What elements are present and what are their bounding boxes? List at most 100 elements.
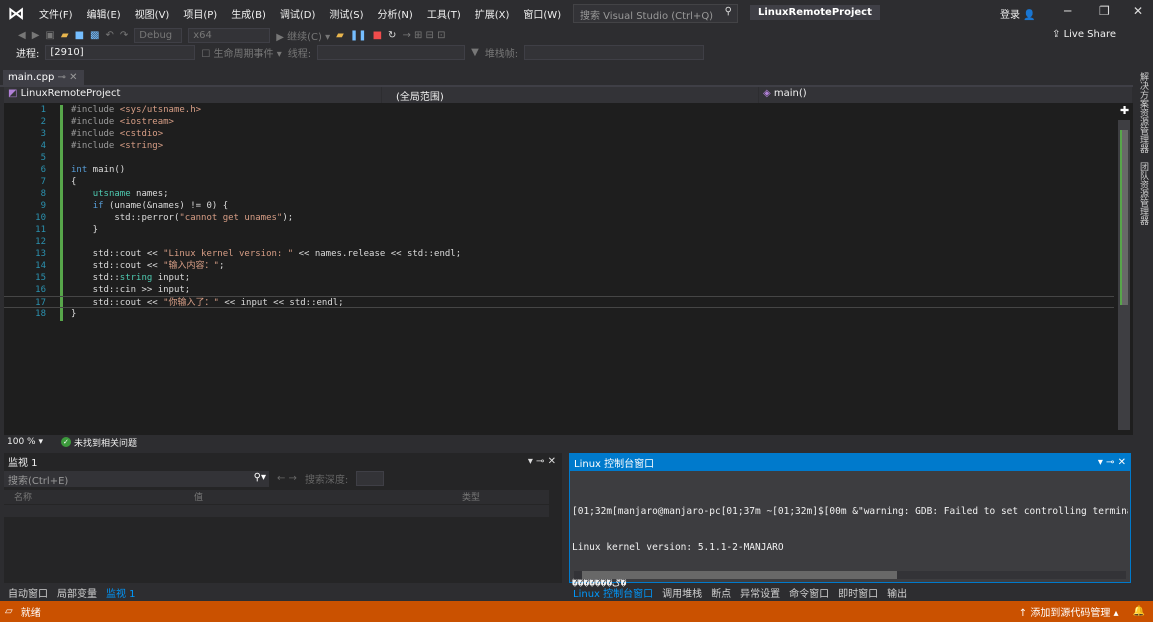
line-number: 13 [35,249,46,259]
console-tab[interactable]: 断点 [711,585,731,600]
restart-icon[interactable]: ↻ [388,30,396,41]
menu-item[interactable]: 视图(V) [128,6,177,21]
back-icon[interactable]: ◀ [18,30,26,41]
step-icons[interactable]: → ⊞ ⊟ ⊡ [402,30,445,41]
code-line[interactable]: 16 std::cin >> input; [4,284,1114,296]
code-line[interactable]: 6 int main() [4,164,1114,176]
save-icon[interactable]: ■ [75,30,84,41]
search-input[interactable]: 搜索 Visual Studio (Ctrl+Q) ⚲ [573,4,738,23]
menu-item[interactable]: 生成(B) [224,6,273,21]
thread-dropdown[interactable] [317,45,466,60]
undo-icon[interactable]: ↶ [105,30,113,41]
code-line[interactable]: 4 #include <string> [4,140,1114,152]
code-line[interactable]: 12 [4,236,1114,248]
console-tab[interactable]: 输出 [887,585,907,600]
scroll-thumb[interactable] [1120,130,1128,305]
add-source-control-button[interactable]: ↑ 添加到源代码管理 ▴ [1019,604,1119,619]
menu-item[interactable]: 扩展(X) [468,6,517,21]
code-line[interactable]: 15 std::string input; [4,272,1114,284]
code-line[interactable]: 13 std::cout << "Linux kernel version: "… [4,248,1114,260]
process-dropdown[interactable]: [2910] [45,45,196,60]
forward-icon[interactable]: ▶ [32,30,40,41]
col-value[interactable]: 值 [187,490,457,504]
menu-item[interactable]: 文件(F) [32,6,80,21]
line-number: 12 [35,237,46,247]
console-hscrollbar[interactable] [574,571,1126,579]
line-number: 5 [40,153,46,163]
code-line[interactable]: 5 [4,152,1114,164]
watch-empty-row[interactable] [4,504,549,517]
redo-icon[interactable]: ↷ [120,30,128,41]
menu-item[interactable]: 编辑(E) [80,6,128,21]
code-line[interactable]: 1 #include <sys/utsname.h> [4,104,1114,116]
solution-explorer-tab[interactable]: 解决方案资源管理器 [1137,72,1150,153]
member-dropdown[interactable]: ◈ main() [759,87,1133,103]
open-icon[interactable]: ▰ [61,30,69,41]
tab-watch1[interactable]: 监视 1 [106,585,136,600]
code-line[interactable]: 17 std::cout << "你输入了：" << input << std:… [4,296,1114,308]
filter-icon[interactable]: ▼ [471,47,479,58]
code-line[interactable]: 2 #include <iostream> [4,116,1114,128]
tab-locals[interactable]: 局部变量 [57,585,97,600]
save-all-icon[interactable]: ▩ [90,30,99,41]
code-line[interactable]: 9 if (uname(&names) != 0) { [4,200,1114,212]
tab-main-cpp[interactable]: main.cpp ⊸ ✕ [3,70,84,87]
notification-bell-icon[interactable]: 🔔 [1133,606,1145,617]
code-line[interactable]: 8 utsname names; [4,188,1114,200]
panel-controls[interactable]: ▾ ⊸ ✕ [1098,457,1126,468]
code-line[interactable]: 3 #include <cstdio> [4,128,1114,140]
code-line[interactable]: 14 std::cout << "输入内容："; [4,260,1114,272]
live-share-button[interactable]: ⇪ Live Share [1052,29,1116,40]
menu-item[interactable]: 工具(T) [420,6,468,21]
editor-scrollbar[interactable] [1118,120,1130,430]
new-item-icon[interactable]: ▣ [45,30,54,41]
pin-icon[interactable]: ⊸ [58,72,66,83]
scope-dropdown[interactable]: (全局范围) [382,87,759,103]
menu-item[interactable]: 分析(N) [371,6,420,21]
console-line: [01;32m[manjaro@manjaro-pc[01;37m ~[01;3… [572,506,1128,517]
restore-button[interactable]: ❐ [1099,4,1110,18]
code-line[interactable]: 11 } [4,224,1114,236]
team-explorer-tab[interactable]: 团队资源管理器 [1137,162,1150,225]
code-editor[interactable]: 1 #include <sys/utsname.h> 2 #include <iost… [4,103,1133,435]
lifecycle-events-button[interactable]: ☐ 生命周期事件 ▾ [201,45,281,60]
lifecycle-label: 生命周期事件 [213,49,274,60]
col-name[interactable]: 名称 [4,490,187,504]
continue-button[interactable]: ▶ 继续(C) ▾ [276,28,330,43]
code-line[interactable]: 10 std::perror("cannot get unames"); [4,212,1114,224]
split-icon[interactable]: ✚ [1120,104,1129,117]
watch-search-input[interactable]: 搜索(Ctrl+E) ⚲▾ [4,470,269,487]
minimize-button[interactable]: ─ [1064,4,1071,18]
tab-autos[interactable]: 自动窗口 [8,585,48,600]
pause-icon[interactable]: ❚❚ [350,30,367,41]
thread-icon[interactable]: ▰ [336,30,344,41]
platform-dropdown[interactable]: x64 [188,28,271,43]
line-number: 4 [40,141,46,151]
stop-icon[interactable]: ■ [373,30,382,41]
console-tab[interactable]: 即时窗口 [838,585,878,600]
scroll-thumb[interactable] [582,571,897,579]
project-dropdown[interactable]: ◩ LinuxRemoteProject [4,87,382,103]
menu-item[interactable]: 项目(P) [176,6,224,21]
close-button[interactable]: ✕ [1133,4,1143,18]
stack-frame-dropdown[interactable] [524,45,705,60]
menu-item[interactable]: 调试(D) [273,6,323,21]
nav-arrows[interactable]: ← → [277,473,297,484]
panel-controls[interactable]: ▾ ⊸ ✕ [528,456,556,467]
function-icon: ◈ [763,88,771,99]
login-button[interactable]: 登录 👤 [1000,6,1036,21]
console-tab[interactable]: Linux 控制台窗口 [573,585,653,600]
console-tab[interactable]: 异常设置 [740,585,780,600]
console-tab[interactable]: 命令窗口 [789,585,829,600]
col-type[interactable]: 类型 [457,490,480,504]
configuration-dropdown[interactable]: Debug [134,28,183,43]
code-line[interactable]: 18} [4,308,1114,320]
code-line[interactable]: 7{ [4,176,1114,188]
issues-status[interactable]: 未找到相关问题 [74,436,137,449]
zoom-dropdown[interactable]: 100 % ▾ [7,437,43,447]
menu-item[interactable]: 窗口(W) [516,6,568,21]
search-depth-dropdown[interactable] [356,471,385,486]
menu-item[interactable]: 测试(S) [322,6,370,21]
close-tab-icon[interactable]: ✕ [69,72,77,83]
console-tab[interactable]: 调用堆栈 [662,585,702,600]
